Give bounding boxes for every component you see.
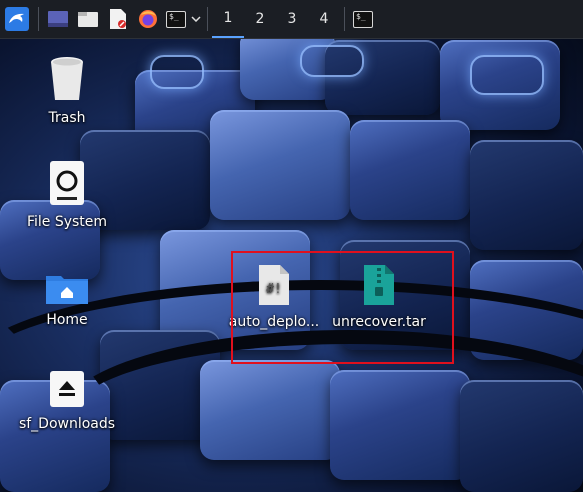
terminal-icon: $_ [353, 10, 373, 28]
workspace-3-button[interactable]: 3 [276, 0, 308, 38]
text-editor-icon [110, 9, 126, 29]
taskbar-separator [38, 7, 39, 31]
taskbar-separator [207, 7, 208, 31]
file-manager-icon [78, 12, 98, 27]
terminal-window-button[interactable]: $_ [349, 0, 377, 38]
terminal-dropdown-button[interactable] [189, 0, 203, 38]
firefox-icon [139, 10, 157, 28]
desktop-icon-label: Trash [48, 110, 86, 126]
trash-icon [51, 57, 83, 100]
show-desktop-button[interactable] [43, 0, 73, 38]
workspace-2-button[interactable]: 2 [244, 0, 276, 38]
chevron-down-icon [191, 16, 201, 22]
kali-menu-button[interactable] [0, 0, 34, 38]
workspace-4-button[interactable]: 4 [308, 0, 340, 38]
desktop-icon-label: File System [26, 214, 108, 230]
desktop-icon-sf-downloads[interactable]: sf_Downloads [17, 370, 117, 432]
file-manager-button[interactable] [73, 0, 103, 38]
terminal-launcher-button[interactable]: $_ [163, 0, 189, 38]
text-editor-button[interactable] [103, 0, 133, 38]
terminal-icon: $_ [166, 10, 186, 28]
removable-drive-icon [50, 371, 84, 407]
desktop-icon-trash[interactable]: Trash [17, 56, 117, 126]
desktop-icon-home[interactable]: Home [17, 274, 117, 328]
desktop-icon-file-system[interactable]: File System [17, 160, 117, 230]
taskbar: $_ 1 2 3 4 $_ [0, 0, 583, 39]
firefox-button[interactable] [133, 0, 163, 38]
highlight-box [231, 251, 454, 364]
home-folder-icon [46, 276, 88, 304]
show-desktop-icon [48, 11, 68, 27]
kali-dragon-icon [5, 7, 29, 31]
hard-drive-icon [50, 161, 84, 205]
taskbar-separator [344, 7, 345, 31]
desktop-icon-label: Home [46, 312, 88, 328]
desktop-icon-label: sf_Downloads [18, 416, 116, 432]
workspace-1-button[interactable]: 1 [212, 0, 244, 38]
